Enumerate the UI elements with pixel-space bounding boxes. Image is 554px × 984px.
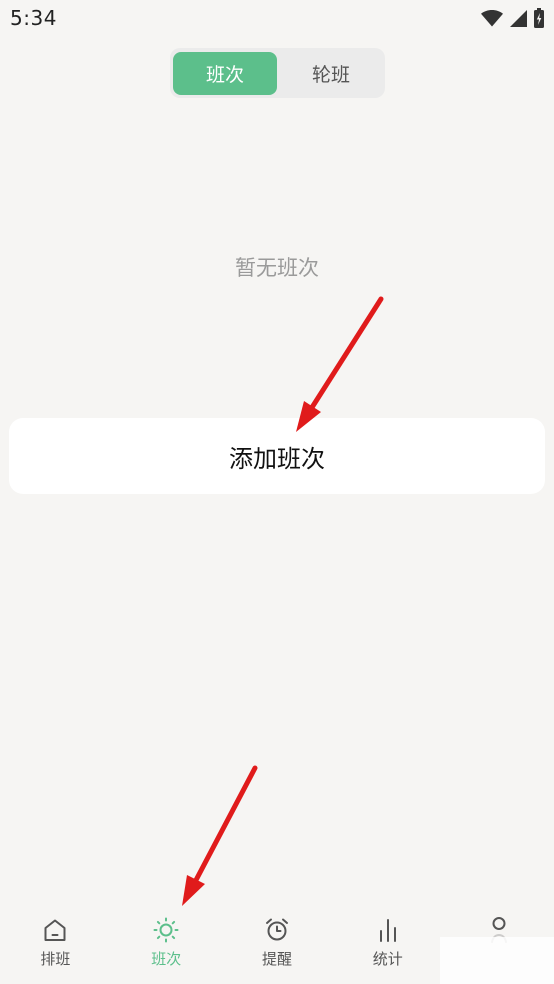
- add-shift-button[interactable]: 添加班次: [9, 418, 545, 494]
- red-arrow-icon: [182, 765, 258, 906]
- nav-label-shifts: 班次: [151, 950, 182, 968]
- home-icon: [42, 917, 68, 943]
- tab-shifts[interactable]: 班次: [173, 52, 277, 95]
- status-time: 5:34: [10, 6, 57, 30]
- nav-item-reminders[interactable]: 提醒: [222, 905, 333, 984]
- red-arrow-icon: [296, 296, 384, 432]
- nav-label-reminders: 提醒: [261, 950, 292, 968]
- status-icons: [481, 7, 544, 29]
- alarm-clock-icon: [264, 917, 290, 943]
- nav-item-schedule[interactable]: 排班: [0, 905, 111, 984]
- status-bar: 5:34: [0, 0, 554, 38]
- battery-charging-icon: [534, 8, 544, 28]
- sun-icon: [153, 917, 179, 943]
- empty-state-message: 暂无班次: [235, 256, 319, 280]
- bar-chart-icon: [375, 917, 401, 943]
- wifi-icon: [481, 9, 503, 27]
- tab-rotation[interactable]: 轮班: [279, 52, 383, 95]
- overlay-patch: [440, 937, 554, 984]
- nav-item-shifts[interactable]: 班次: [111, 905, 222, 984]
- nav-label-schedule: 排班: [40, 950, 71, 968]
- cell-signal-icon: [510, 9, 527, 27]
- nav-label-stats: 统计: [372, 950, 403, 968]
- segmented-control: 班次 轮班: [170, 48, 385, 98]
- nav-item-stats[interactable]: 统计: [332, 905, 443, 984]
